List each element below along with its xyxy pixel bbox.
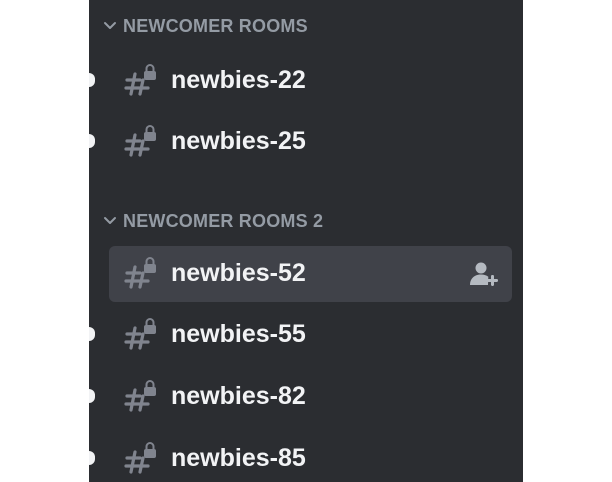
locked-hash-icon: [123, 62, 159, 98]
locked-hash-icon: [123, 123, 159, 159]
channel-item-newbies-85[interactable]: newbies-85: [89, 430, 523, 482]
chevron-down-icon: [99, 209, 121, 233]
unread-indicator: [89, 327, 95, 341]
locked-hash-icon: [123, 255, 159, 291]
category-label: NEWCOMER ROOMS: [123, 15, 308, 36]
invite-members-icon[interactable]: [469, 260, 499, 288]
channel-name: newbies-82: [171, 382, 306, 410]
channel-name: newbies-85: [171, 444, 306, 472]
channel-name: newbies-52: [171, 259, 306, 287]
channel-item-newbies-52[interactable]: newbies-52: [89, 245, 523, 302]
category-header-newcomer-rooms[interactable]: NEWCOMER ROOMS: [89, 14, 308, 38]
category-header-newcomer-rooms-2[interactable]: NEWCOMER ROOMS 2: [89, 209, 323, 233]
locked-hash-icon: [123, 316, 159, 352]
category-label: NEWCOMER ROOMS 2: [123, 210, 324, 231]
selected-row-highlight: [109, 246, 512, 302]
channel-name: newbies-22: [171, 66, 306, 94]
locked-hash-icon: [123, 378, 159, 414]
chevron-down-icon: [99, 14, 121, 38]
channel-item-newbies-55[interactable]: newbies-55: [89, 306, 523, 362]
channel-name: newbies-25: [171, 127, 306, 155]
unread-indicator: [89, 389, 95, 403]
unread-indicator: [89, 451, 95, 465]
channel-item-newbies-82[interactable]: newbies-82: [89, 368, 523, 424]
channel-item-newbies-22[interactable]: newbies-22: [89, 52, 523, 108]
channel-item-newbies-25[interactable]: newbies-25: [89, 113, 523, 169]
channel-name: newbies-55: [171, 320, 306, 348]
locked-hash-icon: [123, 440, 159, 476]
unread-indicator: [89, 134, 95, 148]
unread-indicator: [89, 73, 95, 87]
channel-sidebar: NEWCOMER ROOMS newbies-22 newbies-25 NEW…: [89, 0, 523, 482]
